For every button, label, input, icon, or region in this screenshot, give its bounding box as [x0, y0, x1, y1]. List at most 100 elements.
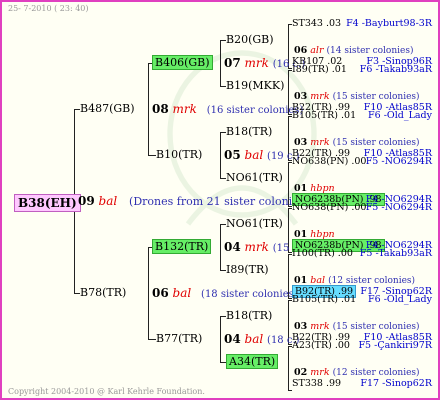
ref-g4-8: F5 -NO6294R	[365, 202, 432, 213]
connector-line	[148, 155, 156, 156]
mating-g1-1: 06 bal (18 sister colonies)	[152, 287, 298, 301]
breed-g3-7: mrk	[310, 367, 330, 378]
breed-g3-0: alr	[310, 45, 324, 56]
mating-g1-0: 08 mrk (16 sister colonies)	[152, 103, 303, 117]
ref-g4-12: F6 -Old_Lady	[368, 294, 432, 305]
year-g2-0: 07	[224, 56, 241, 70]
year-g3-2: 03	[294, 137, 308, 148]
queen-g2-0[interactable]: B406(GB)	[152, 55, 213, 70]
ancestor-g4-6: NO638(PN) .00	[292, 156, 366, 168]
note-g3-1: (15 sister colonies)	[332, 92, 420, 102]
mating-g2-1: 05 bal (19 c.)	[224, 149, 300, 163]
copyright: Copyright 2004-2010 @ Karl Kehrle Founda…	[8, 387, 205, 396]
connector-line	[148, 339, 156, 340]
note-g3-7: (12 sister colonies)	[332, 368, 420, 378]
queen-g4-12[interactable]: B105(TR) .01	[292, 294, 356, 305]
queen-g3-label-3[interactable]: NO61(TR)	[226, 171, 283, 184]
note-g3-0: (14 sister colonies)	[326, 46, 414, 56]
root-queen[interactable]: B38(EH)	[14, 194, 81, 212]
queen-g4-15[interactable]: ST338 .99	[292, 378, 341, 389]
breed-g1-0: mrk	[172, 102, 197, 116]
queen-g3-7: A34(TR)	[226, 354, 279, 369]
ref-g4-0: F4 -Bayburt98-3R	[346, 18, 432, 29]
root-breed: bal	[98, 194, 118, 208]
queen-g4-8[interactable]: NO638(PN) .00	[292, 202, 366, 213]
ancestor-g4-8: NO638(PN) .00	[292, 202, 366, 214]
connector-line	[148, 247, 149, 339]
year-g2-3: 04	[224, 332, 241, 346]
queen-g4-6[interactable]: NO638(PN) .00	[292, 156, 366, 167]
queen-g1-1[interactable]: B78(TR)	[80, 287, 126, 299]
note-g3-2: (15 sister colonies)	[332, 138, 420, 148]
queen-g3-2: B18(TR)	[226, 126, 272, 138]
queen-g1-0[interactable]: B487(GB)	[80, 103, 135, 115]
breed-g3-1: mrk	[310, 91, 330, 102]
ancestor-g4-4: B105(TR) .01	[292, 110, 356, 122]
ancestor-g4-2: I89(TR) .01	[292, 64, 347, 76]
root-mating: 09 bal (Drones from 21 sister colonies)	[78, 195, 309, 208]
queen-g3-4: NO61(TR)	[226, 218, 283, 230]
queen-g3-label-4[interactable]: NO61(TR)	[226, 217, 283, 230]
breed-g3-6: mrk	[310, 321, 330, 332]
queen-g3-label-5[interactable]: I89(TR)	[226, 263, 269, 276]
year-g3-7: 02	[294, 367, 308, 378]
ref-g4-2: F6 -Takab93aR	[359, 64, 432, 75]
queen-g3-5: I89(TR)	[226, 264, 269, 276]
queen-g4-14[interactable]: A23(TR) .00	[292, 340, 350, 351]
note-g1-0: (16 sister colonies)	[206, 105, 304, 116]
queen-g3-0: B20(GB)	[226, 34, 274, 46]
queen-g4-2[interactable]: I89(TR) .01	[292, 64, 347, 75]
year-g2-1: 05	[224, 148, 241, 162]
year-g1-0: 08	[152, 102, 169, 116]
breed-g2-0: mrk	[244, 56, 269, 70]
connector-line	[288, 390, 292, 391]
note-g1-1: (18 sister colonies)	[201, 289, 298, 300]
connector-line	[288, 346, 289, 390]
queen-g3-6: B18(TR)	[226, 310, 272, 322]
ancestor-g4-0: ST343 .03	[292, 18, 341, 30]
connector-line	[220, 40, 221, 86]
queen-g2-1[interactable]: B10(TR)	[156, 149, 202, 161]
queen-g3-label-0[interactable]: B20(GB)	[226, 33, 274, 46]
connector-line	[220, 316, 221, 362]
year-g3-1: 03	[294, 91, 308, 102]
ancestor-g4-12: B105(TR) .01	[292, 294, 356, 306]
connector-line	[148, 63, 149, 155]
timestamp: 25- 7-2010 ( 23: 40)	[8, 4, 89, 13]
breed-g2-3: bal	[244, 332, 264, 346]
queen-g3-label-7[interactable]: A34(TR)	[226, 354, 279, 369]
year-g3-0: 06	[294, 45, 308, 56]
breed-g1-1: bal	[172, 286, 192, 300]
ref-g4-6: F5 -NO6294R	[365, 156, 432, 167]
year-g2-2: 04	[224, 240, 241, 254]
queen-g2-2[interactable]: B132(TR)	[152, 239, 212, 254]
ref-g4-15: F17 -Sinop62R	[360, 378, 432, 389]
queen-g4-0[interactable]: ST343 .03	[292, 18, 341, 29]
queen-g3-1: B19(MKK)	[226, 80, 284, 92]
breed-g2-1: bal	[244, 148, 264, 162]
mating-g2-3: 04 bal (18 c.)	[224, 333, 300, 347]
queen-g3-label-2[interactable]: B18(TR)	[226, 125, 272, 138]
breed-g3-2: mrk	[310, 137, 330, 148]
queen-g2-3[interactable]: B77(TR)	[156, 333, 202, 345]
note-g3-6: (15 sister colonies)	[332, 322, 420, 332]
queen-g4-4[interactable]: B105(TR) .01	[292, 110, 356, 121]
pedigree-frame: { "stamp": "25- 7-2010 ( 23: 40)", "copy…	[0, 0, 440, 400]
ancestor-g4-14: A23(TR) .00	[292, 340, 350, 352]
year-g3-6: 03	[294, 321, 308, 332]
ancestor-g4-15: ST338 .99	[292, 378, 341, 390]
queen-g3-label-6[interactable]: B18(TR)	[226, 309, 272, 322]
root-note: (Drones from 21 sister colonies)	[129, 195, 309, 208]
queen-g4-10[interactable]: I100(TR) .00	[292, 248, 353, 259]
year-g1-1: 06	[152, 286, 169, 300]
ref-g4-10: F5 -Takab93aR	[359, 248, 432, 259]
queen-g3-label-1[interactable]: B19(MKK)	[226, 79, 284, 92]
ancestor-g4-10: I100(TR) .00	[292, 248, 353, 260]
ref-g4-14: F5 -Çankiri97R	[358, 340, 432, 351]
root-year: 09	[78, 194, 95, 208]
connector-line	[220, 132, 221, 178]
queen-g3-3: NO61(TR)	[226, 172, 283, 184]
connector-line	[220, 224, 221, 270]
breed-g2-2: mrk	[244, 240, 269, 254]
ref-g4-4: F6 -Old_Lady	[368, 110, 432, 121]
